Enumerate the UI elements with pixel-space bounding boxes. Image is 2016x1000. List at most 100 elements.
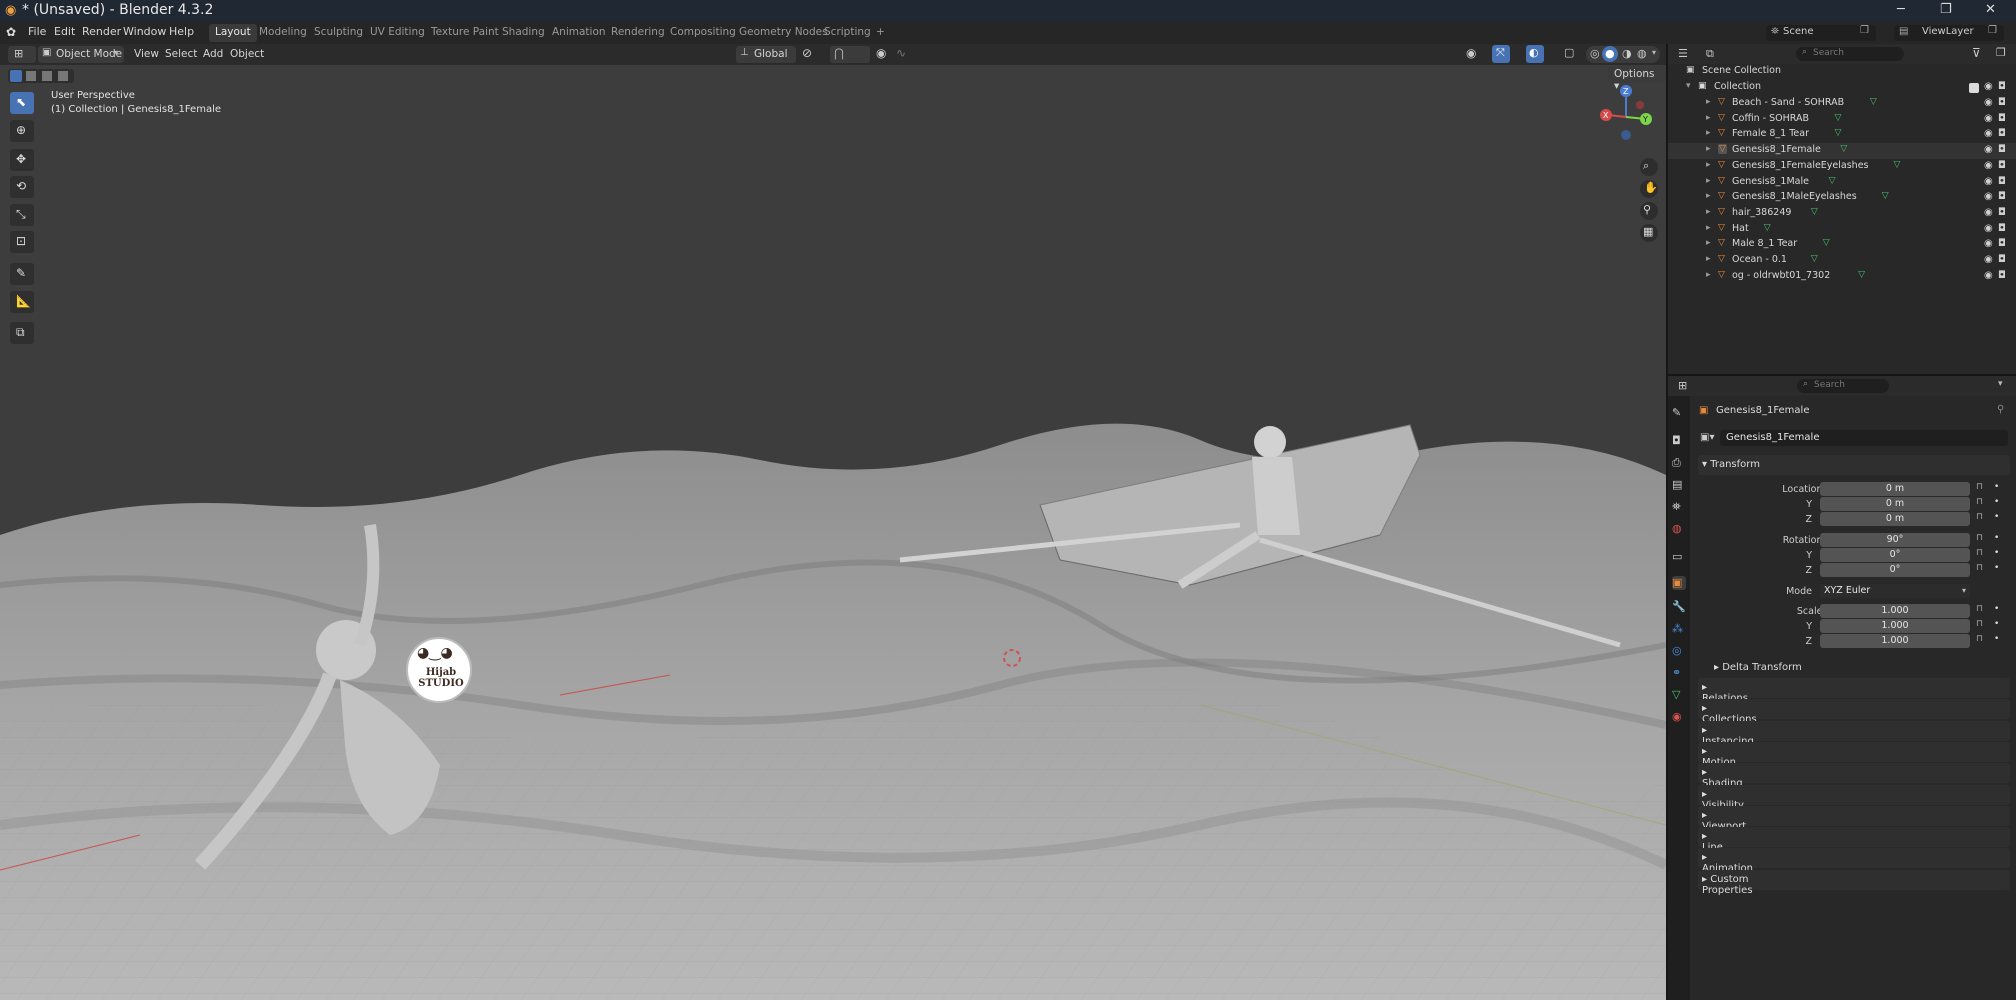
outliner-item[interactable]: ▸ ▽ Beach - Sand - SOHRAB ▽ ◉ ◘ [1668,96,2016,112]
eye-icon[interactable]: ◉ [1984,207,1993,218]
visibility-icon[interactable]: ◉ [1466,46,1476,60]
menu-view[interactable]: View [134,48,159,60]
lock-icon[interactable]: ⊓ [1976,563,1983,573]
tab-compositing[interactable]: Compositing [664,24,742,42]
pin-icon[interactable]: ⚲ [1997,404,2004,415]
camera-icon[interactable]: ◘ [1998,223,2006,234]
display-mode-icon[interactable]: ⧉ [1706,47,1714,61]
maximize-icon[interactable]: ❐ [1940,2,1952,17]
location-x-field[interactable]: 0 m [1820,482,1970,496]
render-tab-icon[interactable]: ◘ [1672,434,1686,448]
outliner-item[interactable]: ▸ ▽ Coffin - SOHRAB ▽ ◉ ◘ [1668,112,2016,128]
camera-icon[interactable]: ◘ [1998,97,2006,108]
section-line-art[interactable] [1698,827,2010,848]
lock-icon[interactable]: ⊓ [1976,604,1983,614]
tab-sculpting[interactable]: Sculpting [308,24,369,42]
physics-tab-icon[interactable]: ◎ [1672,644,1686,658]
collection-tab-icon[interactable]: ▭ [1672,550,1686,564]
expand-icon[interactable]: ▸ [1706,191,1711,201]
tool-tab-icon[interactable]: ✎ [1672,406,1686,420]
falloff-icon[interactable]: ∿ [896,46,906,60]
tab-uv-editing[interactable]: UV Editing [364,24,431,42]
keyframe-dot-icon[interactable]: • [1994,548,1999,558]
blender-menu-icon[interactable]: ✿ [6,25,16,39]
new-collection-icon[interactable]: ❐ [1996,46,2006,59]
eye-icon[interactable]: ◉ [1984,191,1993,202]
eye-icon[interactable]: ◉ [1984,160,1993,171]
keyframe-dot-icon[interactable]: • [1994,482,1999,492]
eye-icon[interactable]: ◉ [1984,270,1993,281]
lock-icon[interactable]: ⊓ [1976,533,1983,543]
pivot-icon[interactable]: ⊘ [802,46,812,60]
output-tab-icon[interactable]: ⎙ [1672,456,1686,470]
tab-scripting[interactable]: Scripting [818,24,877,42]
modifier-tab-icon[interactable]: 🔧 [1672,600,1686,614]
location-y-field[interactable]: 0 m [1820,497,1970,511]
delta-transform-header[interactable]: ▸ Delta Transform [1714,662,1802,673]
camera-icon[interactable]: ◘ [1998,238,2006,249]
camera-icon[interactable]: ◘ [1998,160,2006,171]
constraints-tab-icon[interactable]: ⚭ [1672,666,1686,680]
menu-add[interactable]: Add [203,48,223,60]
select-invert-icon[interactable] [58,71,68,81]
eye-icon[interactable]: ◉ [1984,223,1993,234]
area-divider-horizontal[interactable] [1668,374,2016,376]
new-scene-icon[interactable]: ❐ [1860,25,1869,36]
xray-icon[interactable]: ▢ [1564,46,1574,59]
collection-checkbox[interactable] [1969,83,1979,93]
proportional-edit-icon[interactable]: ◉ [876,46,886,60]
rotation-y-field[interactable]: 0° [1820,548,1970,562]
scale-x-field[interactable]: 1.000 [1820,604,1970,618]
outliner-item[interactable]: ▸ ▽ Hat ▽ ◉ ◘ [1668,222,2016,238]
menu-render[interactable]: Render [82,25,121,38]
camera-icon[interactable]: ◘ [1998,176,2006,187]
camera-icon[interactable]: ◘ [1998,270,2006,281]
expand-icon[interactable]: ▸ [1706,207,1711,217]
expand-icon[interactable]: ▸ [1706,254,1711,264]
properties-editor-icon[interactable]: ⊞ [1678,379,1687,392]
camera-icon[interactable]: ◘ [1998,128,2006,139]
keyframe-dot-icon[interactable]: • [1994,497,1999,507]
select-new-icon[interactable] [10,70,22,82]
menu-edit[interactable]: Edit [54,25,75,38]
lock-icon[interactable]: ⊓ [1976,512,1983,522]
tab-shading[interactable]: Shading [496,24,551,42]
outliner-item[interactable]: ▸ ▽ Female 8_1 Tear ▽ ◉ ◘ [1668,127,2016,143]
3d-viewport[interactable]: ⬉ ⊕ ✥ ⟲ ⤡ ⊡ ✎ 📐 ⧉ User Perspective (1) C… [0,65,1666,1000]
eye-icon[interactable]: ◉ [1984,97,1993,108]
expand-icon[interactable]: ▾ [1686,81,1691,91]
expand-icon[interactable]: ▸ [1706,144,1711,154]
keyframe-dot-icon[interactable]: • [1994,533,1999,543]
camera-icon[interactable]: ◘ [1998,144,2006,155]
section-motion-paths[interactable] [1698,741,2010,762]
lock-icon[interactable]: ⊓ [1976,634,1983,644]
keyframe-dot-icon[interactable]: • [1994,604,1999,614]
camera-icon[interactable]: ◘ [1998,254,2006,265]
eye-icon[interactable]: ◉ [1984,144,1993,155]
eye-icon[interactable]: ◉ [1984,254,1993,265]
expand-icon[interactable]: ▸ [1706,270,1711,280]
world-tab-icon[interactable]: ◍ [1672,522,1686,536]
keyframe-dot-icon[interactable]: • [1994,563,1999,573]
camera-icon[interactable]: ◘ [1998,81,2006,92]
location-z-field[interactable]: 0 m [1820,512,1970,526]
keyframe-dot-icon[interactable]: • [1994,619,1999,629]
tab-modeling[interactable]: Modeling [253,24,313,42]
data-tab-icon[interactable]: ▽ [1672,688,1686,702]
tab-texture-paint[interactable]: Texture Paint [425,24,505,42]
collection-row[interactable]: ▾ ▣ Collection ◉ ◘ [1668,80,2016,96]
menu-object[interactable]: Object [230,48,264,60]
add-workspace-button[interactable]: + [870,24,891,42]
outliner-item[interactable]: ▸ ▽ Genesis8_1Female ▽ ◉ ◘ [1668,143,2016,160]
lock-icon[interactable]: ⊓ [1976,619,1983,629]
rotation-mode-select[interactable]: XYZ Euler [1820,584,1970,598]
close-icon[interactable]: ✕ [1985,2,1996,17]
options-button[interactable]: Options ▾ [1608,66,1666,92]
expand-icon[interactable]: ▸ [1706,113,1711,123]
eye-icon[interactable]: ◉ [1984,176,1993,187]
area-divider[interactable] [1666,44,1668,1000]
outliner-item[interactable]: ▸ ▽ Genesis8_1MaleEyelashes ▽ ◉ ◘ [1668,190,2016,206]
lock-icon[interactable]: ⊓ [1976,497,1983,507]
menu-help[interactable]: Help [169,25,194,38]
scale-z-field[interactable]: 1.000 [1820,634,1970,648]
